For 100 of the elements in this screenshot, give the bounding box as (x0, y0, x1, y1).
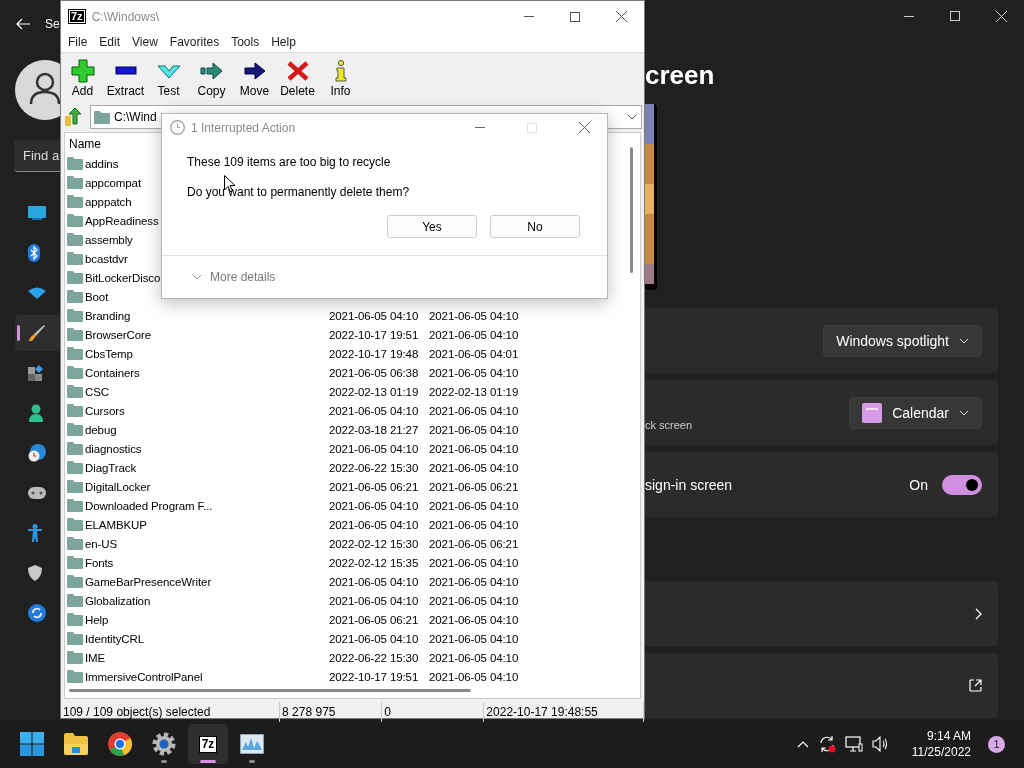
menu-item[interactable]: Edit (93, 35, 127, 49)
file-name[interactable]: appcompat (85, 176, 141, 189)
toolbar-button[interactable]: Test (147, 53, 190, 103)
maximize-icon[interactable] (570, 11, 580, 22)
file-name[interactable]: DigitalLocker (85, 480, 151, 493)
toolbar-button[interactable]: Move (233, 53, 276, 103)
dialog-message: These 109 items are too big to recycle (187, 155, 391, 169)
file-name[interactable]: apppatch (85, 195, 132, 208)
nav-item[interactable] (15, 315, 62, 351)
app-logo: 7z (198, 735, 218, 753)
clock-date[interactable]: 11/25/2022 (911, 744, 971, 760)
file-name[interactable]: BitLockerDisco (85, 271, 161, 284)
file-name[interactable]: Fonts (85, 556, 114, 569)
apps-icon (28, 365, 44, 381)
file-name[interactable]: Help (85, 613, 109, 626)
table-cell-text: 2021-06-05 04:10 (429, 613, 520, 626)
scrollbar[interactable] (69, 689, 471, 692)
up-folder-icon[interactable] (64, 108, 82, 126)
background-dropdown[interactable]: Windows spotlight (823, 324, 982, 357)
status-text: 0 (384, 705, 391, 719)
folder-icon (67, 423, 83, 436)
sync-icon[interactable] (817, 735, 836, 753)
back-arrow-icon[interactable] (16, 18, 30, 30)
menu-item[interactable]: View (126, 35, 164, 49)
folder-icon (67, 214, 83, 227)
volume-icon[interactable] (871, 736, 890, 752)
minimize-icon[interactable] (904, 15, 914, 17)
file-name[interactable]: IME (85, 651, 106, 664)
folder-icon (67, 366, 83, 379)
file-name[interactable]: DiagTrack (85, 461, 137, 474)
toolbar-button[interactable]: Info (319, 53, 362, 103)
table-cell-text: 2021-06-05 04:10 (429, 575, 520, 588)
bluetooth-icon (28, 244, 40, 262)
folder-icon (67, 575, 83, 588)
file-name[interactable]: Globalization (85, 594, 151, 607)
file-name[interactable]: CbsTemp (85, 347, 133, 360)
folder-icon (67, 442, 83, 455)
table-cell-text: 2021-06-05 04:10 (329, 632, 420, 645)
file-name[interactable]: en-US (85, 537, 118, 550)
folder-icon (67, 499, 83, 512)
table-cell-text: 2021-06-05 06:21 (429, 537, 520, 550)
file-name[interactable]: Containers (85, 366, 140, 379)
monitor-icon (28, 206, 46, 220)
menu-item[interactable]: Help (265, 35, 302, 49)
file-name[interactable]: ImmersiveControlPanel (85, 670, 203, 683)
file-name[interactable]: CSC (85, 385, 109, 398)
app-logo: 7z (68, 9, 86, 24)
app-dropdown[interactable]: Calendar (849, 396, 982, 429)
window-title: C:\Windows\ (91, 9, 160, 24)
scrollbar[interactable] (630, 147, 633, 273)
file-name[interactable]: assembly (85, 233, 133, 246)
table-cell-text: 2021-06-05 04:10 (429, 670, 520, 683)
add-icon (70, 58, 95, 83)
file-name[interactable]: BrowserCore (85, 328, 151, 341)
folder-icon (67, 537, 83, 550)
file-name[interactable]: Boot (85, 290, 109, 303)
menu-item[interactable]: File (62, 35, 94, 49)
chevron-up-icon[interactable] (796, 740, 809, 748)
file-name[interactable]: IdentityCRL (85, 632, 144, 645)
file-name[interactable]: ELAMBKUP (85, 518, 147, 531)
folder-icon (67, 176, 83, 189)
toolbar-button[interactable]: Add (61, 53, 104, 103)
table-cell-text: 2021-06-05 04:10 (429, 442, 520, 455)
file-name[interactable]: GameBarPresenceWriter (85, 575, 212, 588)
file-name[interactable]: addins (85, 157, 119, 170)
table-cell-text: 2021-06-05 04:10 (429, 518, 520, 531)
toolbar-button[interactable]: Copy (190, 53, 233, 103)
notification-badge[interactable]: 1 (988, 735, 1005, 753)
column-header[interactable]: Name (69, 136, 101, 151)
details-toggle[interactable]: More details (210, 270, 276, 284)
file-name[interactable]: AppReadiness (85, 214, 159, 227)
menu-item[interactable]: Favorites (163, 35, 226, 49)
network-icon[interactable] (844, 736, 863, 752)
gamepad-icon (28, 487, 46, 499)
toggle-switch[interactable] (942, 474, 982, 495)
dialog-button[interactable]: No (490, 215, 580, 238)
file-name[interactable]: Downloaded Program F... (85, 499, 213, 512)
table-cell-text: 2021-06-05 04:10 (429, 556, 520, 569)
file-name[interactable]: debug (85, 423, 117, 436)
status-text: 109 / 109 object(s) selected (63, 705, 211, 719)
status-text: 2022-10-17 19:48:55 (486, 705, 598, 719)
menu-item[interactable]: Tools (225, 35, 266, 49)
update-icon (28, 604, 46, 622)
file-name[interactable]: Cursors (85, 404, 125, 417)
toolbar-button[interactable]: Delete (276, 53, 319, 103)
page-title: creen (645, 59, 715, 91)
table-cell-text: 2021-06-05 04:10 (429, 461, 520, 474)
search-field[interactable]: Find a (14, 140, 62, 172)
dialog-button[interactable]: Yes (387, 215, 477, 238)
table-cell-text: 2021-06-05 04:10 (429, 423, 520, 436)
close-icon[interactable] (615, 11, 627, 22)
toolbar-button[interactable]: Extract (104, 53, 147, 103)
file-name[interactable]: Branding (85, 309, 131, 322)
taskbar-app[interactable]: 7z (188, 724, 228, 764)
file-name[interactable]: bcastdvr (85, 252, 128, 265)
chevron-down-icon[interactable] (627, 114, 637, 120)
chevron-right-icon (975, 607, 982, 620)
close-icon[interactable] (578, 122, 590, 133)
file-name[interactable]: diagnostics (85, 442, 142, 455)
clock-time[interactable]: 9:14 AM (926, 728, 971, 744)
